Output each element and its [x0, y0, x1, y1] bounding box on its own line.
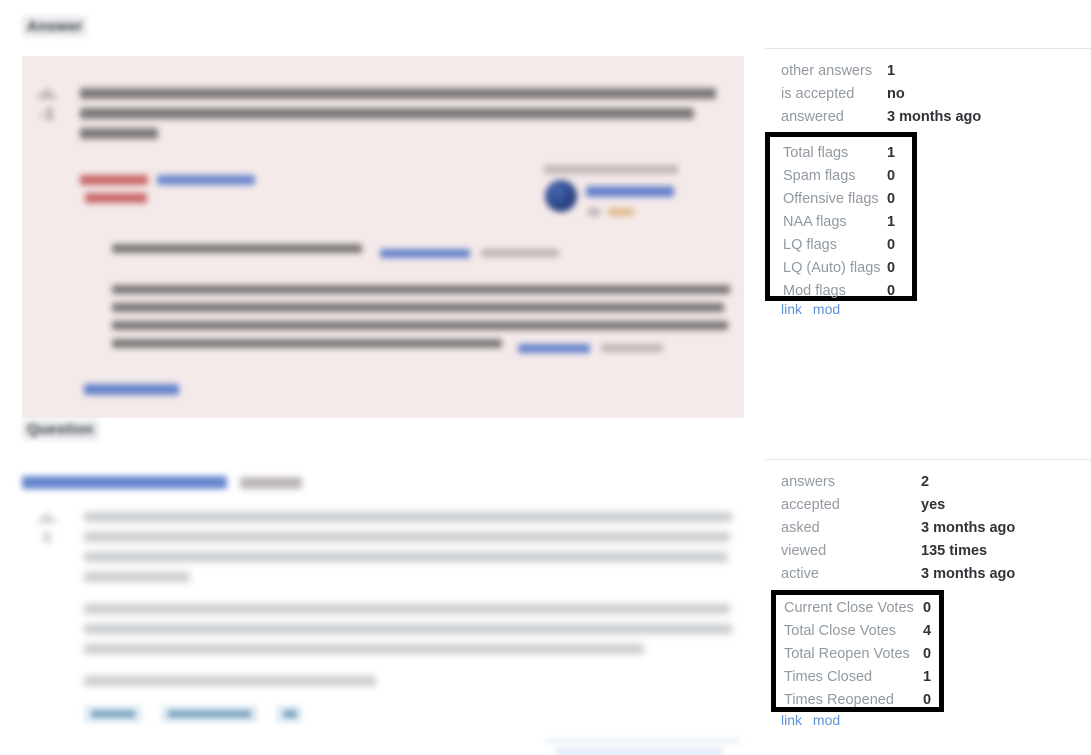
upvote-arrow-icon[interactable] — [36, 512, 58, 523]
stat-label: viewed — [781, 543, 827, 559]
stat-row: Total Close Votes 4 — [784, 623, 939, 646]
stat-value: 0 — [923, 600, 932, 616]
stat-label: answered — [781, 109, 844, 125]
answer-stats-panel: other answers 1 is accepted no answered … — [781, 63, 1081, 132]
stat-value: 1 — [887, 214, 896, 230]
stat-row: is accepted no — [781, 86, 1081, 109]
stat-value: 0 — [923, 692, 932, 708]
moderator-post-review-page: Answer -1 The way I do this is by visual… — [0, 0, 1091, 755]
link-action[interactable]: link — [781, 301, 802, 317]
stat-row: LQ flags 0 — [783, 237, 912, 260]
stat-value: 0 — [887, 168, 896, 184]
stat-label: Mod flags — [783, 283, 846, 299]
stat-value: 0 — [887, 283, 896, 299]
stat-label: Offensive flags — [783, 191, 879, 207]
question-mod-links: link mod — [781, 712, 847, 728]
link-action[interactable]: link — [781, 712, 802, 728]
stat-label: Times Closed — [784, 669, 873, 685]
stat-value: 3 months ago — [921, 520, 1016, 536]
stat-label: Times Reopened — [784, 692, 894, 708]
stat-label: active — [781, 566, 819, 582]
question-vote-cell[interactable]: 0 — [24, 512, 70, 548]
stat-value: 0 — [887, 237, 896, 253]
stat-label: Total Reopen Votes — [784, 646, 910, 662]
stat-label: LQ (Auto) flags — [783, 260, 881, 276]
stat-value: 0 — [923, 646, 932, 662]
mod-action[interactable]: mod — [813, 301, 840, 317]
stat-label: Spam flags — [783, 168, 856, 184]
stat-row: accepted yes — [781, 497, 1081, 520]
stat-row: Offensive flags 0 — [783, 191, 912, 214]
flag-stats-highlight-box: Total flags 1 Spam flags 0 Offensive fla… — [765, 132, 917, 301]
stat-row: Current Close Votes 0 — [784, 600, 939, 623]
stat-value: no — [887, 86, 905, 102]
stat-label: Current Close Votes — [784, 600, 914, 616]
question-stats-panel: answers 2 accepted yes asked 3 months ag… — [781, 474, 1081, 589]
stat-row: Total flags 1 — [783, 145, 912, 168]
stat-value: yes — [921, 497, 946, 513]
answer-vote-count: -1 — [39, 106, 55, 123]
stat-row: Total Reopen Votes 0 — [784, 646, 939, 669]
stat-value: 3 months ago — [921, 566, 1016, 582]
answer-mod-links: link mod — [781, 301, 847, 317]
stat-row: answers 2 — [781, 474, 1081, 497]
stat-row: Times Closed 1 — [784, 669, 939, 692]
stat-value: 4 — [923, 623, 932, 639]
stat-row: active 3 months ago — [781, 566, 1081, 589]
avatar[interactable] — [545, 180, 577, 212]
answer-vote-cell[interactable]: -1 — [24, 88, 70, 124]
stat-row: Spam flags 0 — [783, 168, 912, 191]
question-user-card — [545, 738, 745, 755]
stat-label: accepted — [781, 497, 840, 513]
stat-label: answers — [781, 474, 835, 490]
close-vote-stats-highlight-box: Current Close Votes 0 Total Close Votes … — [771, 590, 944, 712]
stat-value: 1 — [887, 63, 896, 79]
question-section-heading: Question — [22, 419, 99, 440]
stat-label: Total Close Votes — [784, 623, 897, 639]
question-vote-count: 0 — [42, 530, 52, 547]
stat-row: asked 3 months ago — [781, 520, 1081, 543]
sidebar-divider-question — [765, 459, 1091, 460]
stat-row: LQ (Auto) flags 0 — [783, 260, 912, 283]
stat-value: 0 — [887, 260, 896, 276]
stat-row: NAA flags 1 — [783, 214, 912, 237]
stat-label: LQ flags — [783, 237, 837, 253]
stat-value: 1 — [887, 145, 896, 161]
stat-label: other answers — [781, 63, 873, 79]
stat-row: answered 3 months ago — [781, 109, 1081, 132]
upvote-arrow-icon[interactable] — [36, 88, 58, 99]
stat-label: NAA flags — [783, 214, 847, 230]
stat-value: 1 — [923, 669, 932, 685]
sidebar-divider-answer — [765, 48, 1091, 49]
mod-action[interactable]: mod — [813, 712, 840, 728]
stat-value: 2 — [921, 474, 930, 490]
stat-row: viewed 135 times — [781, 543, 1081, 566]
stat-label: is accepted — [781, 86, 855, 102]
stat-value: 135 times — [921, 543, 988, 559]
stat-value: 3 months ago — [887, 109, 982, 125]
stat-value: 0 — [887, 191, 896, 207]
answer-section-heading: Answer — [22, 16, 88, 37]
stat-row: other answers 1 — [781, 63, 1081, 86]
stat-label: asked — [781, 520, 820, 536]
stat-label: Total flags — [783, 145, 849, 161]
